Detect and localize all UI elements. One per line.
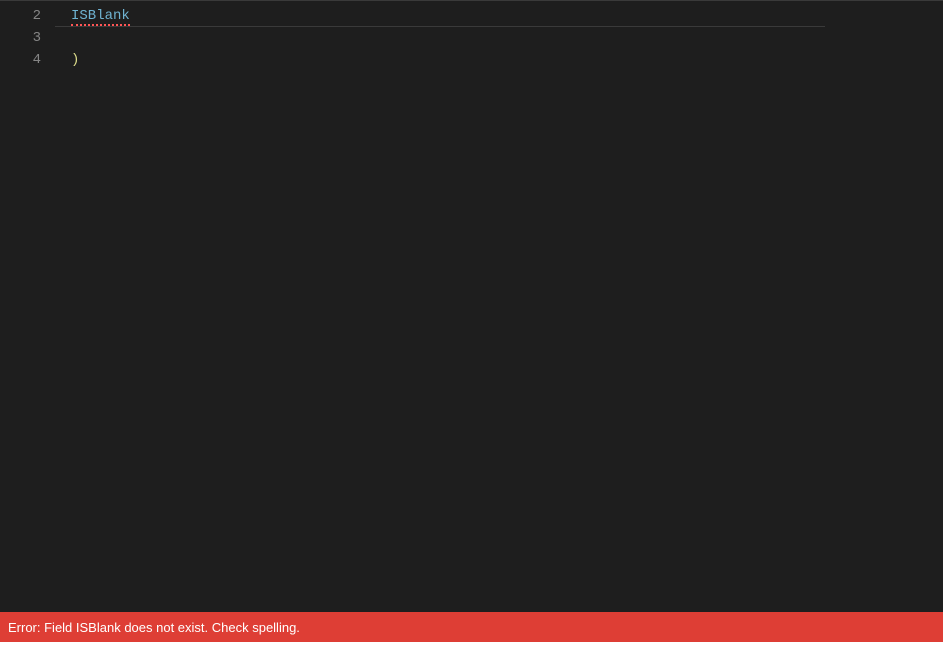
code-line[interactable]: [71, 27, 943, 49]
code-content[interactable]: ISBlank ): [55, 1, 943, 612]
line-gutter: 2 3 4: [0, 1, 55, 612]
error-bar[interactable]: Error: Field ISBlank does not exist. Che…: [0, 612, 943, 642]
line-number: 2: [0, 5, 41, 27]
code-line[interactable]: ): [71, 49, 943, 71]
current-line-highlight: [55, 5, 825, 27]
line-number: 4: [0, 49, 41, 71]
editor-area[interactable]: 2 3 4 ISBlank ): [0, 0, 943, 612]
bottom-spacer: [0, 642, 943, 648]
error-message: Error: Field ISBlank does not exist. Che…: [8, 620, 300, 635]
token-identifier[interactable]: ISBlank: [71, 8, 130, 26]
token-paren[interactable]: ): [71, 52, 79, 68]
line-number: 3: [0, 27, 41, 49]
code-line[interactable]: ISBlank: [71, 5, 943, 27]
